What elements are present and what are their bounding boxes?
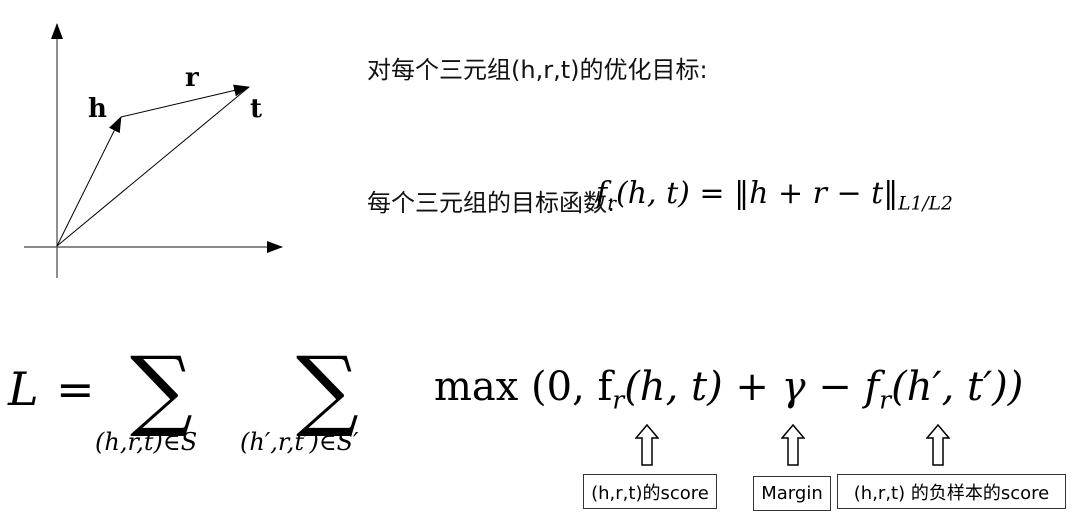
transe-vector-diagram: h r t <box>24 23 283 278</box>
positive-score-annotation: (h,r,t)的score <box>583 474 717 509</box>
body-middle: (h, t) + γ − f <box>624 364 880 410</box>
vector-h <box>56 116 122 247</box>
equals-sign: = <box>699 176 725 211</box>
sum-negative-symbol: ∑ <box>296 337 359 440</box>
negative-score-annotation: (h,r,t) 的负样本的score <box>837 474 1066 509</box>
loss-body: max (0, fr(h, t) + γ − fr(h′, t′)) <box>434 364 1023 415</box>
sum-positive-symbol: ∑ <box>130 337 193 440</box>
loss-lhs: L <box>8 362 39 416</box>
sum-negative-range: (h′,r,t′)∈S′ <box>240 428 359 456</box>
score-function-label: 每个三元组的目标函数: <box>367 189 616 217</box>
vector-t <box>56 86 250 247</box>
up-arrow-icon <box>635 424 659 466</box>
loss-equals: = <box>56 362 95 416</box>
body-subscript-2: r <box>879 385 892 415</box>
norm-body: ‖h + r − t‖ <box>734 176 899 211</box>
label-t: t <box>250 94 262 124</box>
label-r: r <box>185 63 199 93</box>
label-h: h <box>88 94 107 124</box>
up-arrow-icon <box>781 424 805 466</box>
body-end: (h′, t′)) <box>891 364 1024 410</box>
f-args: (h, t) <box>616 176 690 211</box>
f-subscript: r <box>607 193 616 215</box>
max-term: max (0, f <box>434 364 613 410</box>
sum-positive-range: (h,r,t)∈S <box>95 428 198 456</box>
up-arrow-icon <box>926 424 950 466</box>
score-function-formula: fr(h, t) = ‖h + r − t‖L1/L2 <box>596 176 953 215</box>
margin-annotation: Margin <box>753 476 831 511</box>
body-subscript-1: r <box>612 385 625 415</box>
norm-subscript: L1/L2 <box>898 193 953 215</box>
objective-title: 对每个三元组(h,r,t)的优化目标: <box>367 56 708 84</box>
f-symbol: f <box>596 176 608 211</box>
